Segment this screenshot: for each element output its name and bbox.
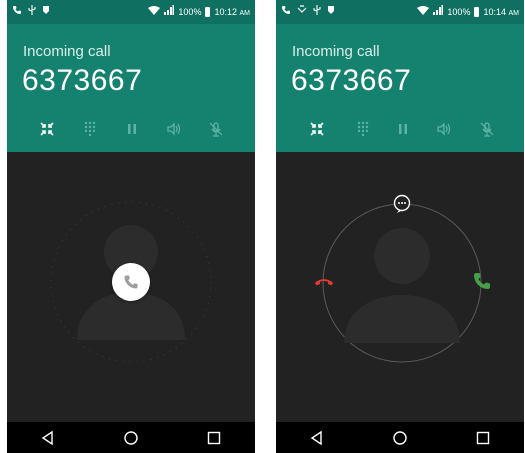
notification-icon — [327, 5, 335, 19]
speaker-button[interactable] — [433, 118, 455, 140]
recents-button[interactable] — [199, 426, 229, 450]
mute-icon — [480, 122, 494, 137]
status-bar: 100% 10:12 AM — [7, 0, 255, 24]
decline-call-button[interactable] — [313, 271, 335, 293]
status-bar: 100% 10:14 AM — [276, 0, 524, 24]
home-icon — [124, 430, 138, 445]
back-button[interactable] — [33, 426, 63, 450]
call-body — [7, 152, 255, 422]
battery-icon — [205, 7, 211, 17]
notification-icon — [42, 5, 50, 19]
wifi-icon — [417, 5, 430, 19]
message-icon — [393, 194, 411, 213]
answer-handle-button[interactable] — [112, 263, 150, 301]
mute-button[interactable] — [205, 118, 227, 140]
incoming-call-screen-1: 100% 10:12 AM Incoming call 6373667 — [7, 0, 255, 453]
dialpad-button[interactable] — [79, 118, 101, 140]
pause-icon — [399, 124, 407, 134]
call-header: Incoming call 6373667 — [276, 24, 524, 152]
speaker-button[interactable] — [163, 118, 185, 140]
navigation-bar — [7, 422, 255, 453]
collapse-icon — [310, 122, 324, 136]
answer-call-icon — [474, 273, 490, 289]
clock: 10:12 AM — [214, 7, 250, 17]
pause-icon — [128, 124, 136, 134]
signal-icon — [433, 5, 444, 19]
reply-with-message-button[interactable] — [392, 194, 412, 214]
call-icon — [281, 5, 291, 19]
navigation-bar — [276, 422, 524, 453]
call-controls — [7, 118, 255, 140]
phone-icon — [124, 275, 138, 289]
incoming-call-screen-2: 100% 10:14 AM Incoming call 6373667 — [276, 0, 524, 453]
answer-call-button[interactable] — [472, 271, 492, 291]
collapse-icon — [40, 122, 54, 136]
collapse-button[interactable] — [36, 118, 58, 140]
collapse-button[interactable] — [306, 118, 328, 140]
back-icon — [42, 430, 54, 445]
caller-number: 6373667 — [291, 64, 412, 97]
home-button[interactable] — [116, 426, 146, 450]
call-header: Incoming call 6373667 — [7, 24, 255, 152]
mute-icon — [209, 122, 223, 137]
usb-icon — [28, 5, 36, 19]
home-icon — [393, 430, 407, 445]
mute-button[interactable] — [476, 118, 498, 140]
hold-button[interactable] — [121, 118, 143, 140]
call-controls — [276, 118, 524, 140]
back-button[interactable] — [302, 426, 332, 450]
call-status-label: Incoming call — [23, 43, 111, 60]
wifi-icon — [148, 5, 161, 19]
clock: 10:14 AM — [483, 7, 519, 17]
caller-number: 6373667 — [22, 64, 143, 97]
hold-button[interactable] — [392, 118, 414, 140]
speaker-icon — [167, 122, 181, 136]
decline-call-icon — [315, 279, 333, 286]
signal-icon — [164, 5, 175, 19]
battery-percent: 100% — [447, 7, 471, 17]
dialpad-icon — [357, 121, 369, 137]
battery-percent: 100% — [178, 7, 202, 17]
call-icon — [12, 5, 22, 19]
call-body — [276, 152, 524, 422]
usb-icon — [313, 5, 321, 19]
dialpad-button[interactable] — [352, 118, 374, 140]
recents-icon — [207, 431, 220, 444]
missed-call-icon — [297, 5, 307, 19]
back-icon — [311, 430, 323, 445]
recents-button[interactable] — [468, 426, 498, 450]
dialpad-icon — [84, 121, 96, 137]
speaker-icon — [437, 122, 451, 136]
call-status-label: Incoming call — [292, 43, 380, 60]
home-button[interactable] — [385, 426, 415, 450]
battery-icon — [474, 7, 480, 17]
recents-icon — [476, 431, 489, 444]
